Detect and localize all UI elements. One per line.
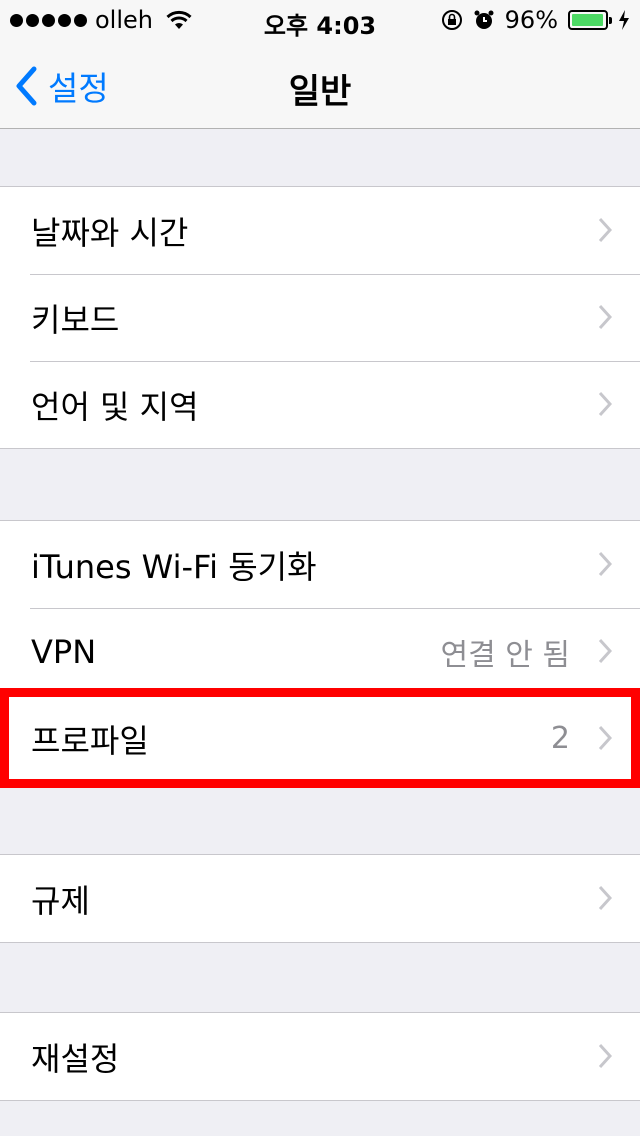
battery-percent: 96% xyxy=(504,6,558,34)
charging-icon xyxy=(619,10,629,30)
cell-language-region[interactable]: 언어 및 지역 xyxy=(0,361,640,448)
chevron-right-icon xyxy=(598,217,612,243)
cell-itunes-wifi-sync[interactable]: iTunes Wi-Fi 동기화 xyxy=(0,521,640,608)
status-bar: olleh 오후 4:03 96% xyxy=(0,0,640,40)
chevron-right-icon xyxy=(598,1043,612,1069)
battery-icon xyxy=(568,10,612,30)
chevron-right-icon xyxy=(598,638,612,664)
cell-label: VPN xyxy=(31,632,97,671)
chevron-right-icon xyxy=(598,725,612,751)
cell-label: 키보드 xyxy=(31,300,120,339)
navigation-bar: 설정 일반 xyxy=(0,40,640,129)
cell-label: 프로파일 xyxy=(31,721,149,760)
chevron-right-icon xyxy=(598,304,612,330)
settings-group-2: iTunes Wi-Fi 동기화 VPN 연결 안 됨 프로파일 2 xyxy=(0,520,640,783)
orientation-lock-icon xyxy=(441,10,462,30)
cell-keyboard[interactable]: 키보드 xyxy=(0,274,640,361)
settings-group-1: 날짜와 시간 키보드 언어 및 지역 xyxy=(0,186,640,449)
page-title: 일반 xyxy=(288,72,352,112)
cell-label: 규제 xyxy=(31,881,90,920)
cell-vpn[interactable]: VPN 연결 안 됨 xyxy=(0,608,640,695)
cell-date-time[interactable]: 날짜와 시간 xyxy=(0,187,640,274)
cell-label: iTunes Wi-Fi 동기화 xyxy=(31,547,317,586)
status-right: 96% xyxy=(441,6,630,34)
cell-label: 재설정 xyxy=(31,1039,120,1078)
cell-label: 날짜와 시간 xyxy=(31,213,189,252)
cell-value: 2 xyxy=(550,721,570,756)
cell-regulatory[interactable]: 규제 xyxy=(0,855,640,942)
chevron-right-icon xyxy=(598,551,612,577)
cell-label: 언어 및 지역 xyxy=(31,387,199,426)
cell-value: 연결 안 됨 xyxy=(440,637,570,673)
cell-reset[interactable]: 재설정 xyxy=(0,1013,640,1100)
chevron-right-icon xyxy=(598,885,612,911)
battery-level-fill xyxy=(572,14,603,26)
cell-profile[interactable]: 프로파일 2 xyxy=(0,695,640,782)
alarm-icon xyxy=(474,10,494,29)
settings-group-4: 재설정 xyxy=(0,1012,640,1101)
chevron-right-icon xyxy=(598,391,612,417)
settings-group-3: 규제 xyxy=(0,854,640,943)
